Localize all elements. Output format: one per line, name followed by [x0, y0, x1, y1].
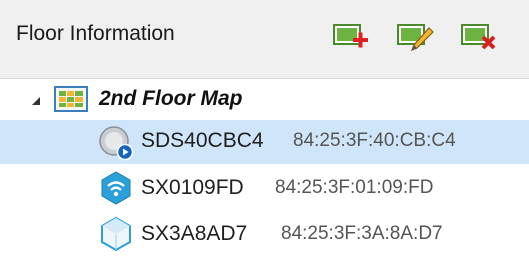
tree-node-device[interactable]: SDS40CBC4 84:25:3F:40:CB:C4 — [0, 120, 529, 164]
expand-triangle-icon[interactable] — [31, 96, 41, 106]
floor-label: 2nd Floor Map — [99, 87, 243, 110]
floor-info-header: Floor Information — [0, 0, 529, 79]
edit-floor-button[interactable] — [395, 20, 435, 56]
add-floor-button[interactable] — [331, 20, 371, 56]
floor-tree: 2nd Floor Map SDS40CBC4 84:25:3F:40:CB:C… — [0, 78, 529, 270]
map-edit-icon — [397, 24, 434, 52]
tree-node-device[interactable]: SX3A8AD7 84:25:3F:3A:8A:D7 — [0, 213, 529, 257]
device-mac: 84:25:3F:40:CB:C4 — [293, 130, 456, 151]
floor-map-icon — [54, 86, 88, 112]
device-mac: 84:25:3F:01:09:FD — [275, 177, 434, 198]
tree-node-device[interactable]: SX0109FD 84:25:3F:01:09:FD — [0, 167, 529, 211]
device-name: SX0109FD — [141, 176, 244, 199]
panel-title: Floor Information — [16, 22, 175, 45]
map-add-icon — [333, 24, 368, 48]
hexagon-device-icon — [101, 217, 131, 251]
device-mac: 84:25:3F:3A:8A:D7 — [281, 223, 443, 244]
sensor-disk-icon — [99, 126, 134, 161]
map-delete-icon — [461, 24, 496, 50]
device-name: SDS40CBC4 — [141, 129, 264, 152]
tree-node-floor[interactable]: 2nd Floor Map — [0, 78, 529, 122]
delete-floor-button[interactable] — [459, 20, 499, 56]
wifi-hexagon-icon — [101, 171, 131, 205]
device-name: SX3A8AD7 — [141, 222, 248, 245]
